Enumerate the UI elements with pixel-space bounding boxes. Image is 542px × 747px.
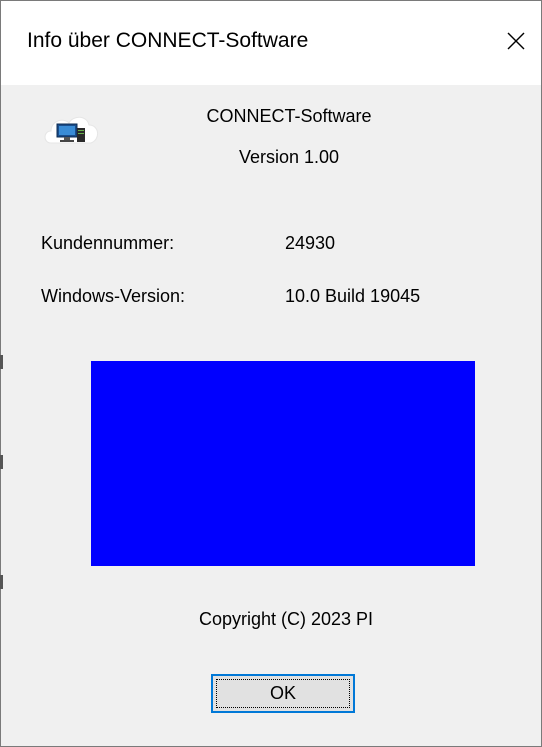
- copyright-text: Copyright (C) 2023 PI: [198, 609, 374, 629]
- customer-number-value: 24930: [285, 233, 336, 253]
- version-label: Version 1.00: [238, 147, 340, 167]
- window-title: Info über CONNECT-Software: [27, 29, 309, 52]
- window-edge-mark: [0, 455, 3, 469]
- close-button[interactable]: [491, 17, 541, 65]
- ok-button-label: OK: [216, 679, 350, 708]
- customer-number-label: Kundennummer:: [41, 233, 175, 253]
- window-edge-mark: [0, 575, 3, 589]
- about-dialog: Info über CONNECT-Software CONNECT-Softw…: [0, 0, 542, 747]
- window-edge-mark: [0, 355, 3, 369]
- title-bar[interactable]: Info über CONNECT-Software: [1, 1, 541, 85]
- product-name: CONNECT-Software: [206, 106, 372, 126]
- windows-version-label: Windows-Version:: [41, 286, 186, 306]
- computer-cloud-icon: [41, 109, 103, 155]
- close-icon: [507, 32, 525, 50]
- ok-button[interactable]: OK: [211, 674, 355, 713]
- blue-panel: [91, 361, 475, 566]
- windows-version-value: 10.0 Build 19045: [285, 286, 421, 306]
